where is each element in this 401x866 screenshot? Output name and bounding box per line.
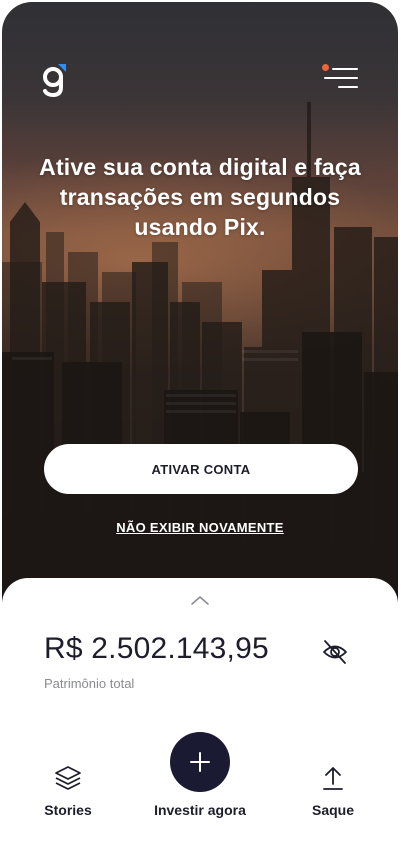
chevron-up-icon[interactable] <box>190 594 210 606</box>
stories-label[interactable]: Stories <box>2 802 138 818</box>
total-balance-label: Patrimônio total <box>44 676 135 691</box>
invest-now-label[interactable]: Investir agora <box>130 802 270 818</box>
layers-icon[interactable] <box>53 764 83 792</box>
activate-account-button[interactable]: ATIVAR CONTA <box>44 444 358 494</box>
total-balance-value: R$ 2.502.143,95 <box>44 632 269 665</box>
plus-icon <box>190 752 210 772</box>
brand-logo-icon[interactable] <box>40 60 70 100</box>
menu-button[interactable] <box>322 64 358 92</box>
withdraw-label[interactable]: Saque <box>263 802 398 818</box>
hero-headline: Ative sua conta digital e faça transaçõe… <box>39 154 361 240</box>
notification-dot-icon <box>322 64 329 71</box>
app-screen: Ative sua conta digital e faça transaçõe… <box>2 2 398 862</box>
upload-arrow-icon[interactable] <box>320 764 346 792</box>
invest-now-button[interactable] <box>170 732 230 792</box>
menu-icon-line <box>324 77 358 79</box>
hero-banner: Ative sua conta digital e faça transaçõe… <box>2 2 398 612</box>
eye-off-icon[interactable] <box>321 638 349 666</box>
menu-icon-line <box>332 68 358 70</box>
menu-icon-line <box>338 86 358 88</box>
dont-show-again-link[interactable]: NÃO EXIBIR NOVAMENTE <box>2 520 398 535</box>
bottom-sheet: R$ 2.502.143,95 Patrimônio total Stories… <box>2 578 398 862</box>
